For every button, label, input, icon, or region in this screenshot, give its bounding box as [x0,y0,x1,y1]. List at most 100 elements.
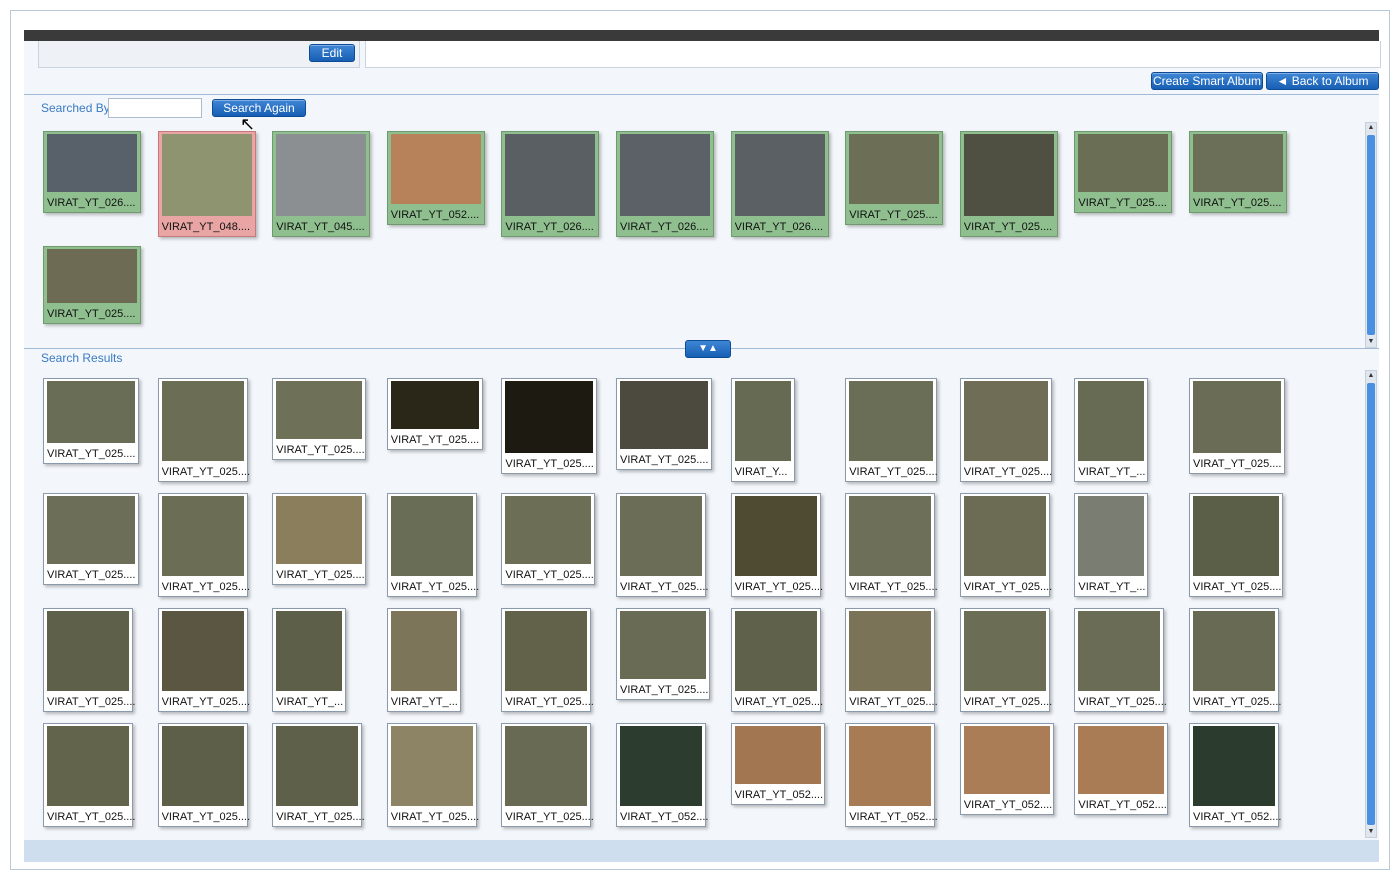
thumbnail-caption: VIRAT_YT_025.... [161,696,251,708]
thumbnail-tile[interactable]: VIRAT_YT_025.... [616,493,709,597]
scroll-down-icon[interactable]: ▼ [1366,337,1376,347]
mouse-cursor-icon: ↖ [240,114,256,134]
thumbnail-tile[interactable]: VIRAT_YT_025.... [501,493,596,585]
thumbnail-tile[interactable]: VIRAT_YT_025.... [43,493,139,585]
thumbnail-image [1193,381,1281,453]
thumbnail-caption: VIRAT_YT_025.... [620,581,709,593]
thumbnail-tile[interactable]: VIRAT_YT_025.... [1189,608,1281,712]
thumbnail-tile[interactable]: VIRAT_YT_025.... [501,378,598,474]
thumbnail-caption: VIRAT_YT_025.... [505,569,594,581]
thumbnail-image [620,611,706,679]
thumbnail-tile[interactable]: VIRAT_YT_026.... [730,131,829,237]
thumbnail-tile[interactable]: VIRAT_YT_025.... [845,608,938,712]
thumbnail-tile[interactable]: VIRAT_YT_... [272,608,347,712]
thumbnail-tile[interactable]: VIRAT_YT_025.... [386,723,479,827]
thumbnail-tile[interactable]: VIRAT_YT_052.... [845,723,938,827]
thumbnail-caption: VIRAT_YT_025.... [1193,581,1282,593]
collapse-toggle-icon[interactable]: ▼▲ [685,340,731,358]
thumbnail-tile[interactable]: VIRAT_YT_025.... [959,131,1058,237]
thumbnail-tile[interactable]: VIRAT_YT_025.... [157,723,250,827]
thumbnail-tile[interactable]: VIRAT_YT_025.... [157,493,250,597]
separator [24,94,1379,95]
thumbnail-tile[interactable]: VIRAT_YT_025.... [845,378,938,482]
thumbnail-tile[interactable]: VIRAT_YT_025.... [501,723,594,827]
thumbnail-tile[interactable]: VIRAT_YT_052.... [386,131,485,225]
back-to-album-button[interactable]: ◄ Back to Album [1266,72,1379,90]
results-scrollbar[interactable]: ▲ ▼ [1365,370,1377,838]
searched-by-input[interactable] [108,98,202,118]
thumbnail-caption: VIRAT_YT_025.... [47,569,136,581]
search-again-button[interactable]: Search Again [212,99,306,117]
thumbnail-tile[interactable]: VIRAT_YT_... [386,608,461,712]
thumbnail-image [1078,134,1169,192]
thumbnail-tile[interactable]: VIRAT_YT_025.... [272,723,365,827]
thumbnail-tile[interactable]: VIRAT_YT_025.... [272,493,367,585]
thumbnail-tile[interactable]: VIRAT_YT_025.... [157,378,251,482]
thumbnail-caption: VIRAT_YT_026.... [620,221,709,233]
thumbnail-image [47,496,135,564]
thumbnail-image [47,381,135,443]
thumbnail-caption: VIRAT_YT_025.... [161,466,251,478]
scroll-thumb[interactable] [1367,383,1375,825]
thumbnail-caption: VIRAT_Y... [734,466,788,478]
thumbnail-image [963,726,1050,794]
description-box [365,41,1381,68]
thumbnail-tile[interactable]: VIRAT_YT_025.... [43,723,136,827]
scroll-thumb[interactable] [1367,135,1375,335]
scroll-up-icon[interactable]: ▲ [1366,123,1376,133]
thumbnail-caption: VIRAT_YT_025.... [849,696,938,708]
thumbnail-tile[interactable]: VIRAT_YT_052.... [959,723,1054,815]
thumbnail-tile[interactable]: VIRAT_YT_045.... [272,131,371,237]
thumbnail-caption: VIRAT_YT_025.... [505,696,594,708]
thumbnail-image [390,726,473,806]
thumbnail-tile[interactable]: VIRAT_YT_025.... [1074,131,1173,213]
thumbnail-tile[interactable]: VIRAT_YT_025.... [730,493,824,597]
thumbnail-caption: VIRAT_YT_025.... [47,811,136,823]
query-scrollbar[interactable]: ▲ ▼ [1365,122,1377,348]
thumbnail-caption: VIRAT_YT_025.... [276,569,365,581]
thumbnail-tile[interactable]: VIRAT_YT_025.... [43,378,139,464]
edit-button[interactable]: Edit [309,44,355,62]
thumbnail-tile[interactable]: VIRAT_YT_025.... [845,131,944,225]
thumbnail-tile[interactable]: VIRAT_YT_052.... [616,723,708,827]
thumbnail-tile[interactable]: VIRAT_YT_052.... [730,723,825,805]
thumbnail-tile[interactable]: VIRAT_YT_025.... [1074,608,1167,712]
thumbnail-tile[interactable]: VIRAT_YT_025.... [1189,378,1285,474]
thumbnail-tile[interactable]: VIRAT_YT_... [1074,493,1149,597]
create-smart-album-button[interactable]: Create Smart Album [1151,72,1263,90]
thumbnail-tile[interactable]: VIRAT_YT_... [1074,378,1149,482]
thumbnail-tile[interactable]: VIRAT_YT_052.... [1189,723,1281,827]
thumbnail-tile[interactable]: VIRAT_YT_026.... [616,131,714,237]
thumbnail-tile[interactable]: VIRAT_YT_025.... [959,608,1052,712]
thumbnail-tile[interactable]: VIRAT_YT_025.... [730,608,823,712]
thumbnail-caption: VIRAT_YT_026.... [47,197,136,209]
thumbnail-tile[interactable]: VIRAT_YT_025.... [845,493,938,597]
thumbnail-caption: VIRAT_YT_025.... [734,581,824,593]
thumbnail-tile[interactable]: VIRAT_YT_025.... [616,378,712,470]
thumbnail-image [47,611,129,691]
thumbnail-tile[interactable]: VIRAT_YT_025.... [959,493,1052,597]
thumbnail-image [963,381,1048,461]
scroll-up-icon[interactable]: ▲ [1366,371,1376,381]
thumbnail-tile[interactable]: VIRAT_Y... [730,378,795,482]
thumbnail-tile[interactable]: VIRAT_YT_048.... [157,131,256,237]
status-bar [24,840,1379,862]
thumbnail-tile[interactable]: VIRAT_YT_025.... [43,608,135,712]
thumbnail-image [161,726,244,806]
thumbnail-tile[interactable]: VIRAT_YT_025.... [959,378,1052,482]
thumbnail-tile[interactable]: VIRAT_YT_025.... [43,246,141,324]
thumbnail-tile[interactable]: VIRAT_YT_025.... [1189,131,1287,213]
thumbnail-tile[interactable]: VIRAT_YT_025.... [157,608,251,712]
thumbnail-tile[interactable]: VIRAT_YT_025.... [386,378,483,450]
thumbnail-image [505,496,592,564]
thumbnail-tile[interactable]: VIRAT_YT_025.... [616,608,710,700]
thumbnail-tile[interactable]: VIRAT_YT_026.... [501,131,600,237]
thumbnail-tile[interactable]: VIRAT_YT_052.... [1074,723,1169,815]
scroll-down-icon[interactable]: ▼ [1366,827,1376,837]
thumbnail-tile[interactable]: VIRAT_YT_025.... [501,608,594,712]
thumbnail-tile[interactable]: VIRAT_YT_025.... [386,493,479,597]
thumbnail-tile[interactable]: VIRAT_YT_026.... [43,131,141,213]
thumbnail-tile[interactable]: VIRAT_YT_025.... [272,378,367,460]
thumbnail-tile[interactable]: VIRAT_YT_025.... [1189,493,1283,597]
thumbnail-caption: VIRAT_YT_025.... [505,811,594,823]
